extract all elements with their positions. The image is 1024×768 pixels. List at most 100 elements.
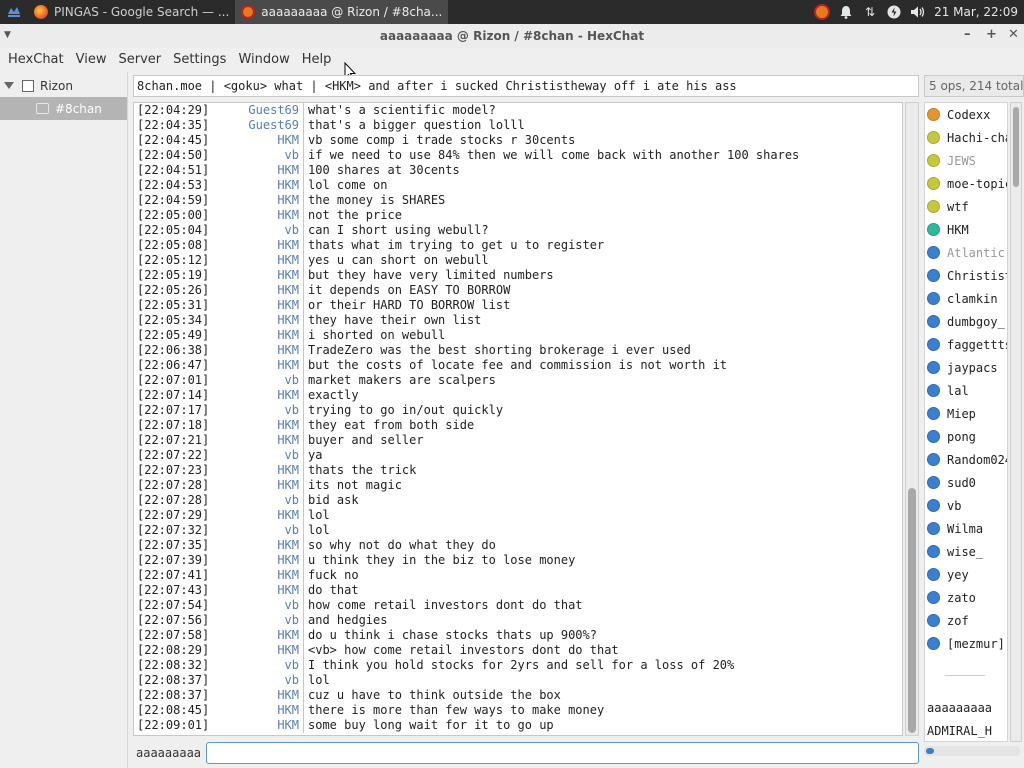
user-list-item[interactable]: wise_ [925,540,1007,563]
message-nick[interactable]: HKM [206,268,304,283]
user-list-item[interactable]: aaaaaaaaa [925,696,1007,719]
message-nick[interactable]: vb [206,448,304,463]
chat-scrollbar-thumb[interactable] [908,488,916,733]
user-list-item[interactable]: zato [925,586,1007,609]
message-nick[interactable]: HKM [206,568,304,583]
userlist-hscrollbar-thumb[interactable] [926,748,934,754]
menu-hexchat[interactable]: HexChat [2,49,70,71]
message-nick[interactable]: Guest69 [206,103,304,118]
user-list-item[interactable]: JEWS [925,149,1007,172]
menu-help[interactable]: Help [296,49,338,71]
message-nick[interactable]: Guest69 [206,118,304,133]
message-nick[interactable]: HKM [206,178,304,193]
user-list-item[interactable]: Random024 [925,448,1007,471]
message-nick[interactable]: HKM [206,313,304,328]
message-nick[interactable]: HKM [206,328,304,343]
message-nick[interactable]: HKM [206,208,304,223]
userlist-scrollbar[interactable] [1010,102,1022,742]
message-nick[interactable]: vb [206,523,304,538]
message-nick[interactable]: HKM [206,193,304,208]
window-menu-icon[interactable]: ▼ [4,30,11,40]
nick-button[interactable]: aaaaaaaaa [133,742,205,764]
user-list[interactable]: Codexx Hachi-cha JEWS moe-topic wtf HKM Atlant… [924,102,1008,742]
userlist-hscrollbar[interactable] [924,746,1020,756]
message-nick[interactable]: HKM [206,538,304,553]
user-list-item[interactable]: pong [925,425,1007,448]
message-nick[interactable]: vb [206,613,304,628]
task-hexchat[interactable]: aaaaaaaaa @ Rizon / #8cha... [235,0,449,24]
message-nick[interactable]: HKM [206,583,304,598]
hexchat-tray-icon[interactable] [814,4,831,20]
message-nick[interactable]: vb [206,148,304,163]
user-list-item[interactable]: wtf [925,195,1007,218]
menu-window[interactable]: Window [232,49,295,71]
window-titlebar[interactable]: ▼ aaaaaaaaa @ Rizon / #8chan - HexChat –… [0,24,1024,48]
message-nick[interactable]: HKM [206,283,304,298]
message-nick[interactable]: HKM [206,253,304,268]
chat-scrollbar[interactable] [905,102,919,736]
user-list-item[interactable]: clamkin [925,287,1007,310]
user-list-item[interactable]: [mezmur] [925,632,1007,655]
message-nick[interactable]: HKM [206,703,304,718]
message-nick[interactable]: HKM [206,133,304,148]
message-nick[interactable]: HKM [206,718,304,733]
message-nick[interactable]: vb [206,658,304,673]
menu-settings[interactable]: Settings [167,49,232,71]
network-transfer-icon[interactable]: ⇅ [862,4,878,20]
close-button[interactable]: ✕ [1008,27,1019,42]
message-nick[interactable]: vb [206,673,304,688]
topic-field[interactable]: 8chan.moe | <goku> what | <HKM> and afte… [133,75,919,97]
message-nick[interactable]: vb [206,373,304,388]
message-nick[interactable]: HKM [206,418,304,433]
user-list-item[interactable]: Christist [925,264,1007,287]
user-list-item[interactable]: Hachi-cha [925,126,1007,149]
message-nick[interactable]: vb [206,493,304,508]
message-nick[interactable]: HKM [206,163,304,178]
task-firefox[interactable]: PINGAS - Google Search — ... [28,0,235,24]
message-nick[interactable]: HKM [206,463,304,478]
message-nick[interactable]: HKM [206,628,304,643]
user-list-item[interactable]: dumbgoy_ [925,310,1007,333]
message-nick[interactable]: HKM [206,343,304,358]
message-nick[interactable]: HKM [206,238,304,253]
userlist-scrollbar-thumb[interactable] [1013,107,1019,187]
user-list-item[interactable]: Miep [925,402,1007,425]
bell-icon[interactable] [838,4,854,20]
user-list-item[interactable]: Atlantic [925,241,1007,264]
user-list-item[interactable]: Wilma [925,517,1007,540]
tree-server-rizon[interactable]: Rizon [0,74,127,97]
message-input[interactable] [206,742,919,764]
user-list-item[interactable]: zof [925,609,1007,632]
message-nick[interactable]: HKM [206,688,304,703]
message-nick[interactable]: HKM [206,388,304,403]
user-list-item[interactable]: jaypacs [925,356,1007,379]
menu-server[interactable]: Server [112,49,167,71]
user-list-item[interactable]: lal [925,379,1007,402]
user-list-item[interactable]: moe-topic [925,172,1007,195]
start-menu-button[interactable] [0,0,28,24]
message-nick[interactable]: HKM [206,553,304,568]
menu-view[interactable]: View [70,49,113,71]
expand-arrow-icon[interactable] [4,82,14,89]
message-nick[interactable]: vb [206,598,304,613]
message-nick[interactable]: HKM [206,478,304,493]
user-list-item[interactable]: sud0 [925,471,1007,494]
tree-channel-8chan[interactable]: #8chan [0,97,127,120]
user-list-item[interactable]: Codexx [925,103,1007,126]
user-list-item[interactable]: ADMIRAL_H [925,719,1007,741]
message-nick[interactable]: vb [206,223,304,238]
message-nick[interactable]: vb [206,403,304,418]
power-icon[interactable] [886,4,902,20]
message-nick[interactable]: HKM [206,433,304,448]
user-list-item[interactable]: yey [925,563,1007,586]
message-nick[interactable]: HKM [206,358,304,373]
volume-icon[interactable] [910,4,926,20]
user-list-item[interactable]: faggettts [925,333,1007,356]
minimize-button[interactable]: – [964,27,971,42]
message-nick[interactable]: HKM [206,508,304,523]
user-list-item[interactable]: HKM [925,218,1007,241]
chat-log[interactable]: [22:04:29] Guest69 what's a scientific mod… [133,102,903,736]
message-nick[interactable]: HKM [206,298,304,313]
maximize-button[interactable]: + [986,27,997,42]
user-list-item[interactable]: vb [925,494,1007,517]
